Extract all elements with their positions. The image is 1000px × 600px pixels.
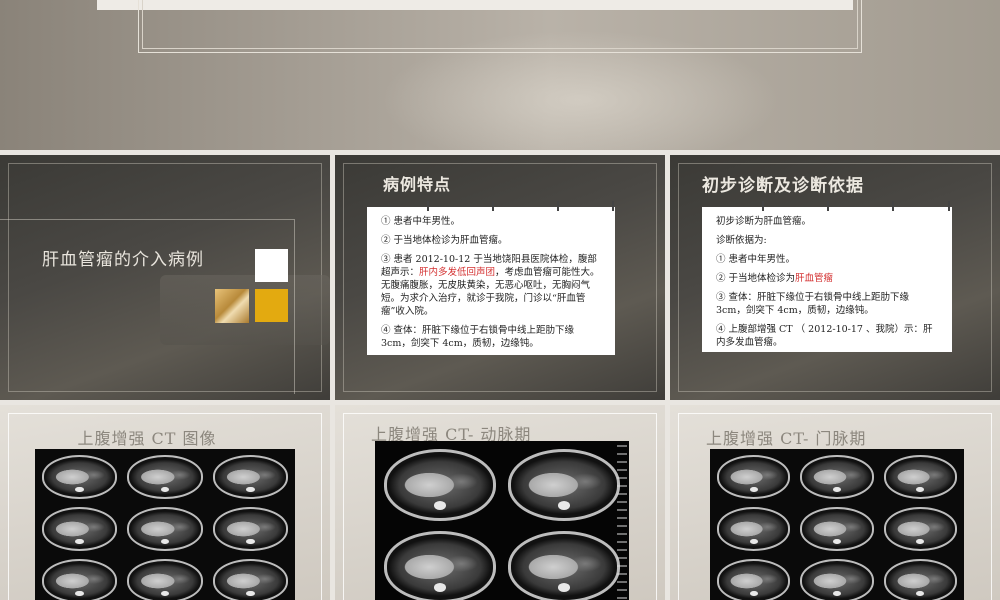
ct-scan-image bbox=[800, 507, 874, 551]
highlight-text: 肝血管瘤 bbox=[795, 273, 834, 284]
case-point-2: ② 于当地体检诊为肝血管瘤。 bbox=[381, 235, 508, 246]
ct-scan-image bbox=[883, 507, 957, 551]
ct-scan-image bbox=[212, 455, 288, 499]
slide-thumbnail-ct-arterial[interactable]: 上腹增强 CT- 动脉期 bbox=[335, 405, 665, 600]
notecard: ① 患者中年男性。 ② 于当地体检诊为肝血管瘤。 ③ 患者 2012-10-12… bbox=[367, 201, 615, 355]
tab-mark bbox=[492, 201, 494, 211]
ct-scan-image bbox=[883, 455, 957, 499]
hero-frame-inner bbox=[142, 0, 858, 49]
film-scale-marks bbox=[617, 445, 627, 600]
slide-heading: 病例特点 bbox=[383, 175, 452, 194]
highlight-text: 肝内多发低回声团 bbox=[419, 267, 496, 278]
ct-scan-image bbox=[42, 455, 118, 499]
slide-thumbnail-diagnosis[interactable]: 初步诊断及诊断依据 初步诊断为肝血管瘤。 诊断依据为: ① 患者中年男性。 ② … bbox=[670, 155, 1000, 400]
ct-scan-image bbox=[42, 507, 118, 551]
ct-scan-image bbox=[800, 455, 874, 499]
case-point-3: ③ 患者 2012-10-12 于当地饶阳县医院体检，腹部超声示：肝内多发低回声… bbox=[381, 253, 603, 318]
ct-scan-image bbox=[717, 507, 791, 551]
slide-heading: 上腹增强 CT 图像 bbox=[77, 429, 217, 448]
tab-mark bbox=[557, 201, 559, 211]
diagnosis-basis-label: 诊断依据为: bbox=[716, 235, 767, 246]
ct-film bbox=[35, 449, 295, 600]
tab-mark bbox=[612, 201, 614, 211]
slide-thumbnail-case-features[interactable]: 病例特点 ① 患者中年男性。 ② 于当地体检诊为肝血管瘤。 ③ 患者 2012-… bbox=[335, 155, 665, 400]
ct-scan-image bbox=[384, 449, 496, 521]
ct-film bbox=[710, 449, 964, 600]
decor-square-gold bbox=[255, 289, 288, 322]
ct-scan-image bbox=[212, 507, 288, 551]
notecard-tabs bbox=[702, 201, 952, 211]
ct-scan-image bbox=[800, 559, 874, 600]
tab-mark bbox=[948, 201, 950, 211]
ct-scan-image bbox=[127, 455, 203, 499]
ct-scan-image bbox=[508, 449, 620, 521]
ct-scan-image bbox=[717, 559, 791, 600]
ct-scan-image bbox=[508, 531, 620, 600]
decor-square-white bbox=[255, 249, 288, 282]
tab-mark bbox=[427, 201, 429, 211]
text-segment: ② 于当地体检诊为 bbox=[716, 273, 796, 284]
hero-slide bbox=[0, 0, 1000, 150]
slide-thumbnail-ct-images[interactable]: 上腹增强 CT 图像 bbox=[0, 405, 330, 600]
ct-scan-image bbox=[384, 531, 496, 600]
divider-line-vertical bbox=[294, 219, 295, 394]
case-point-4: ④ 查体：肝脏下缘位于右锁骨中线上距肋下缘 3cm，剑突下 4cm，质韧，边缘钝… bbox=[381, 325, 575, 349]
ct-scan-image bbox=[717, 455, 791, 499]
diagnosis-line: 初步诊断为肝血管瘤。 bbox=[716, 216, 812, 227]
ct-scan-image bbox=[42, 559, 118, 600]
ct-scan-image bbox=[883, 559, 957, 600]
notecard: 初步诊断为肝血管瘤。 诊断依据为: ① 患者中年男性。 ② 于当地体检诊为肝血管… bbox=[702, 201, 952, 352]
decor-square-photo bbox=[215, 289, 249, 323]
slide-thumbnail-ct-portal[interactable]: 上腹增强 CT- 门脉期 bbox=[670, 405, 1000, 600]
divider-line bbox=[0, 219, 294, 220]
tab-mark bbox=[762, 201, 764, 211]
ct-scan-image bbox=[127, 507, 203, 551]
basis-point-1: ① 患者中年男性。 bbox=[716, 254, 796, 265]
basis-point-4: ④ 上腹部增强 CT （ 2012-10-17 、我院）示：肝内多发血管瘤。 bbox=[716, 324, 933, 348]
basis-point-2: ② 于当地体检诊为肝血管瘤 bbox=[716, 272, 940, 285]
case-point-1: ① 患者中年男性。 bbox=[381, 216, 461, 227]
ct-scan-image bbox=[212, 559, 288, 600]
slide-thumbnail-title[interactable]: 肝血管瘤的介入病例 bbox=[0, 155, 330, 400]
tab-mark bbox=[892, 201, 894, 211]
slide-heading: 初步诊断及诊断依据 bbox=[702, 176, 864, 196]
ct-scan-image bbox=[127, 559, 203, 600]
ct-film bbox=[375, 441, 629, 600]
tab-mark bbox=[827, 201, 829, 211]
basis-point-3: ③ 查体：肝脏下缘位于右锁骨中线上距肋下缘 3cm，剑突下 4cm，质韧，边缘钝… bbox=[716, 292, 910, 316]
slide-heading: 上腹增强 CT- 门脉期 bbox=[706, 429, 867, 448]
notecard-tabs bbox=[367, 201, 615, 211]
slide-title: 肝血管瘤的介入病例 bbox=[42, 250, 204, 270]
